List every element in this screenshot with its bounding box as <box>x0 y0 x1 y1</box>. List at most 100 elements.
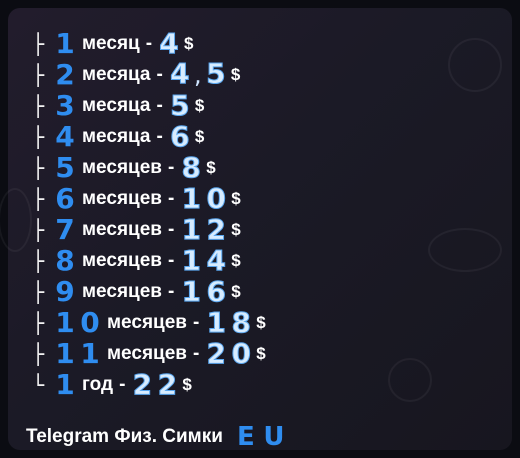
tree-branch-glyph: ├ <box>32 93 45 118</box>
tree-branch-glyph: ├ <box>32 155 45 180</box>
keycap-digit-icon: 3 <box>55 88 75 122</box>
price-row: ├ 5 месяцев -8 $ <box>32 152 266 183</box>
background-doodle <box>388 358 432 402</box>
currency-symbol: $ <box>194 126 205 146</box>
separator-dash: - <box>156 125 163 147</box>
message-footer: Telegram Физ. Симки E U <box>26 424 285 450</box>
duration-number: 3 <box>54 88 76 122</box>
tree-branch-glyph: ├ <box>32 248 45 273</box>
tree-branch-glyph: ├ <box>32 310 45 335</box>
currency-symbol: $ <box>256 343 266 363</box>
price-value: 4 <box>158 26 180 60</box>
background-doodle <box>0 188 32 252</box>
price-row: ├ 9 месяцев -1 6 $ <box>32 276 266 307</box>
price-value: 10 <box>180 181 227 215</box>
price-value: 4,5 <box>169 56 227 90</box>
separator-dash: - <box>167 156 175 178</box>
price-digit: 4 <box>159 26 179 60</box>
channel-name[interactable]: Telegram Физ. Симки <box>26 426 223 448</box>
duration-unit: месяц <box>82 32 140 54</box>
tree-branch-glyph: ├ <box>32 217 45 242</box>
decimal-separator: , <box>194 60 202 89</box>
separator-dash: - <box>192 342 200 364</box>
price-digit: 2 <box>206 212 227 246</box>
background-doodle <box>428 228 502 272</box>
price-value: 12 <box>180 212 227 246</box>
currency-symbol: $ <box>182 374 192 394</box>
keycap-digit-icon: 8 <box>55 243 75 277</box>
tree-branch-glyph: ├ <box>32 31 45 56</box>
tree-branch-glyph: ├ <box>32 279 45 304</box>
duration-unit: месяцев <box>82 280 162 302</box>
duration-unit: месяцев <box>107 311 187 333</box>
tree-branch-glyph: ├ <box>32 186 45 211</box>
price-digit: 8 <box>231 305 252 339</box>
duration-unit: месяца <box>82 63 151 85</box>
letter-u-key: U <box>263 422 285 452</box>
currency-symbol: $ <box>184 33 194 53</box>
currency-symbol: $ <box>231 188 241 208</box>
duration-unit: месяцев <box>107 342 187 364</box>
price-row: └ 1 год -2 2 $ <box>32 369 266 400</box>
price-row: ├ 1 1 месяцев -2 0 $ <box>32 338 266 369</box>
price-digit: 0 <box>231 336 252 370</box>
price-digit: 6 <box>206 274 227 308</box>
separator-dash: - <box>167 280 175 302</box>
keycap-digit-icon: 1 <box>55 26 75 60</box>
price-row: ├ 4 месяца -6 $ <box>32 121 266 152</box>
separator-dash: - <box>156 94 163 116</box>
separator-dash: - <box>167 187 175 209</box>
price-row: ├ 2 месяца -4, 5 $ <box>32 59 266 90</box>
separator-dash: - <box>156 63 163 85</box>
price-digit: 2 <box>157 367 178 401</box>
price-digit: 5 <box>170 88 190 122</box>
duration-unit: месяцев <box>82 249 162 271</box>
tree-branch-glyph: ├ <box>32 62 45 87</box>
price-digit: 5 <box>206 56 226 90</box>
separator-dash: - <box>167 249 175 271</box>
keycap-digit-icon: 5 <box>55 150 75 184</box>
price-row: ├ 6 месяцев -1 0 $ <box>32 183 266 214</box>
price-row: ├ 8 месяцев -1 4 $ <box>32 245 266 276</box>
price-value: 16 <box>180 274 227 308</box>
letter-e-key: E <box>237 422 255 452</box>
separator-dash: - <box>145 32 153 54</box>
currency-symbol: $ <box>194 95 205 115</box>
separator-dash: - <box>119 373 126 395</box>
price-digit: 4 <box>170 56 190 90</box>
price-value: 14 <box>180 243 227 277</box>
price-value: 6 <box>169 122 191 151</box>
price-row: ├ 1 месяц -4 $ <box>32 28 266 59</box>
background-doodle <box>448 38 502 92</box>
price-digit: 1 <box>181 181 202 215</box>
price-value: 8 <box>180 153 202 182</box>
keycap-digit-icon: 2 <box>55 57 75 91</box>
currency-symbol: $ <box>231 250 241 270</box>
duration-number: 10 <box>54 308 101 336</box>
price-value: 5 <box>169 88 191 122</box>
duration-unit: месяцев <box>82 218 162 240</box>
keycap-digit-icon: 1 <box>80 336 100 370</box>
duration-number: 1 <box>54 26 76 60</box>
duration-number: 1 <box>54 367 76 401</box>
keycap-digit-icon: 6 <box>55 181 75 215</box>
duration-number: 2 <box>54 57 76 91</box>
separator-dash: - <box>192 311 200 333</box>
keycap-digit-icon: 1 <box>55 336 75 370</box>
price-row: ├ 1 0 месяцев -1 8 $ <box>32 307 266 338</box>
price-value: 20 <box>205 336 252 370</box>
duration-number: 5 <box>54 150 76 184</box>
duration-unit: месяцев <box>82 187 162 209</box>
keycap-digit-icon: 4 <box>55 119 75 153</box>
price-digit: 4 <box>206 243 227 277</box>
keycap-digit-icon: 7 <box>55 212 75 246</box>
keycap-digit-icon: 1 <box>55 367 75 401</box>
currency-symbol: $ <box>231 219 241 239</box>
duration-unit: месяца <box>82 94 151 116</box>
price-digit: 2 <box>132 367 153 401</box>
currency-symbol: $ <box>230 64 241 84</box>
price-digit: 2 <box>206 336 227 370</box>
currency-symbol: $ <box>231 281 241 301</box>
price-row: ├ 3 месяца -5 $ <box>32 90 266 121</box>
tree-end-glyph: └ <box>32 372 45 397</box>
